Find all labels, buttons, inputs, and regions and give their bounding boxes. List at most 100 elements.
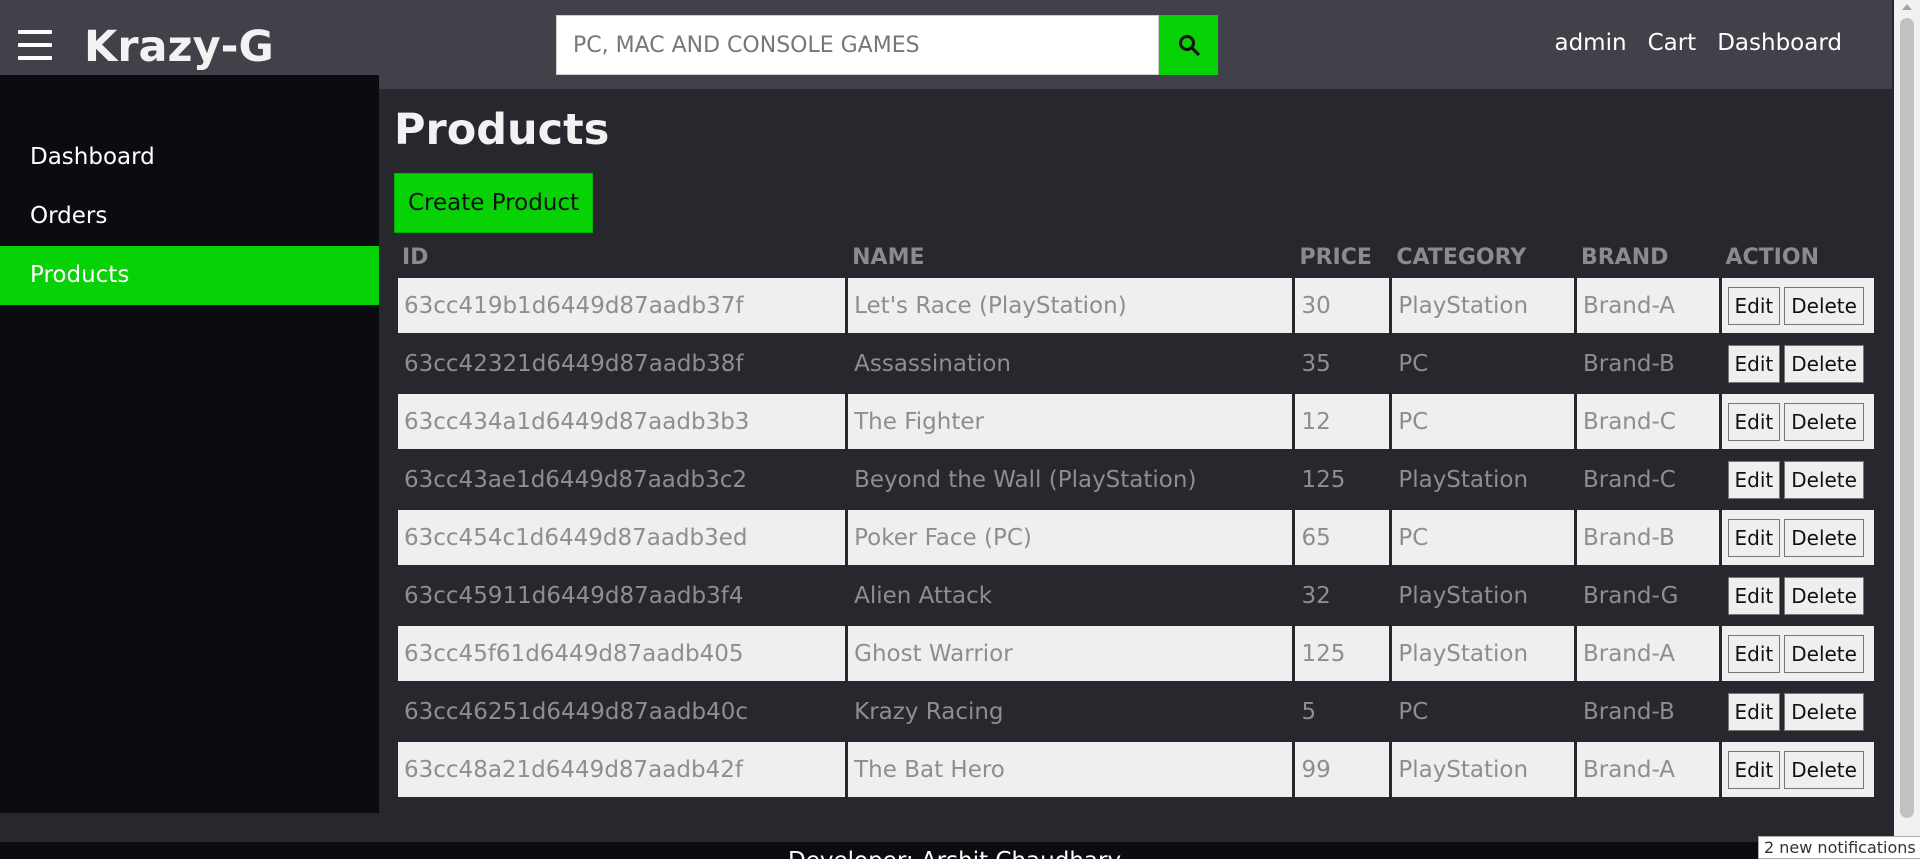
cell-brand: Brand-C <box>1576 394 1719 449</box>
cell-actions: Edit Delete <box>1721 626 1874 681</box>
edit-button[interactable]: Edit <box>1727 344 1781 383</box>
search-icon <box>1178 35 1200 56</box>
cell-name: Krazy Racing <box>854 698 1004 725</box>
cell-actions: Edit Delete <box>1721 278 1874 333</box>
edit-button[interactable]: Edit <box>1727 692 1781 731</box>
cell-brand: Brand-B <box>1582 698 1675 725</box>
delete-button[interactable]: Delete <box>1784 460 1864 499</box>
cell-category: PlayStation <box>1392 742 1574 797</box>
cell-price: 65 <box>1295 510 1390 565</box>
cell-price: 30 <box>1295 278 1390 333</box>
sidebar-item-dashboard[interactable]: Dashboard <box>0 128 379 187</box>
edit-button[interactable]: Edit <box>1727 518 1781 557</box>
cell-name: Assassination <box>854 350 1012 377</box>
delete-button[interactable]: Delete <box>1784 750 1864 789</box>
products-table: ID NAME PRICE CATEGORY BRAND ACTION 63cc… <box>395 236 1877 800</box>
cell-name: Ghost Warrior <box>848 626 1293 681</box>
hamburger-menu-icon[interactable] <box>18 30 52 60</box>
table-row: 63cc45f61d6449d87aadb405 Ghost Warrior 125… <box>398 626 1874 681</box>
cell-category: PC <box>1398 350 1429 377</box>
table-row: 63cc48a21d6449d87aadb42f The Bat Hero 99 Pl… <box>398 742 1874 797</box>
search-input[interactable] <box>556 15 1159 75</box>
scrollbar-thumb[interactable] <box>1900 18 1914 818</box>
delete-button[interactable]: Delete <box>1784 634 1864 673</box>
cell-name: Beyond the Wall (PlayStation) <box>854 466 1197 493</box>
cell-brand: Brand-B <box>1576 510 1719 565</box>
cell-actions: Edit Delete <box>1721 394 1874 449</box>
sidebar-item-products[interactable]: Products <box>0 246 379 305</box>
cell-id: 63cc434a1d6449d87aadb3b3 <box>398 394 846 449</box>
notifications-badge[interactable]: 2 new notifications <box>1758 836 1920 859</box>
delete-button[interactable]: Delete <box>1784 286 1864 325</box>
cell-id: 63cc43ae1d6449d87aadb3c2 <box>404 466 748 493</box>
delete-button[interactable]: Delete <box>1784 344 1864 383</box>
cell-price: 32 <box>1301 582 1331 609</box>
delete-button[interactable]: Delete <box>1784 518 1864 557</box>
column-header-id: ID <box>402 244 429 270</box>
cell-brand: Brand-A <box>1576 742 1719 797</box>
cell-actions: Edit Delete <box>1721 742 1874 797</box>
edit-button[interactable]: Edit <box>1727 460 1781 499</box>
table-row: 63cc43ae1d6449d87aadb3c2 Beyond the Wall … <box>398 452 1874 507</box>
cell-actions: Edit Delete <box>1722 568 1875 623</box>
scroll-up-arrow-icon[interactable] <box>1902 4 1912 10</box>
column-header-name: NAME <box>852 244 925 270</box>
cell-id: 63cc454c1d6449d87aadb3ed <box>398 510 846 565</box>
column-header-action: ACTION <box>1725 244 1819 270</box>
cell-actions: Edit Delete <box>1721 510 1874 565</box>
nav-admin-link[interactable]: admin <box>1554 30 1626 56</box>
table-row: 63cc454c1d6449d87aadb3ed Poker Face (PC) 6… <box>398 510 1874 565</box>
edit-button[interactable]: Edit <box>1727 634 1781 673</box>
create-product-button[interactable]: Create Product <box>394 173 593 233</box>
delete-button[interactable]: Delete <box>1784 692 1864 731</box>
page-scrollbar[interactable] <box>1894 0 1920 859</box>
page-title: Products <box>394 105 610 155</box>
cell-price: 12 <box>1295 394 1390 449</box>
nav-dashboard-link[interactable]: Dashboard <box>1717 30 1842 56</box>
search-button[interactable] <box>1159 15 1218 75</box>
sidebar: Dashboard Orders Products <box>0 75 379 813</box>
brand-logo[interactable]: Krazy-G <box>84 22 274 72</box>
cell-name: Poker Face (PC) <box>848 510 1293 565</box>
table-row: 63cc42321d6449d87aadb38f Assassination 35 P… <box>398 336 1874 391</box>
cell-id: 63cc46251d6449d87aadb40c <box>404 698 749 725</box>
header-nav: admin Cart Dashboard <box>1554 30 1842 56</box>
column-header-category: CATEGORY <box>1396 244 1527 270</box>
cell-brand: Brand-G <box>1582 582 1679 609</box>
edit-button[interactable]: Edit <box>1727 576 1781 615</box>
cell-brand: Brand-C <box>1582 466 1676 493</box>
table-row: 63cc46251d6449d87aadb40c Krazy Racing 5 PC B… <box>398 684 1874 739</box>
table-row: 63cc419b1d6449d87aadb37f Let's Race (Play… <box>398 278 1874 333</box>
cell-category: PlayStation <box>1398 466 1529 493</box>
cell-price: 99 <box>1295 742 1390 797</box>
cell-category: PlayStation <box>1392 626 1574 681</box>
cell-name: The Bat Hero <box>848 742 1293 797</box>
cell-id: 63cc48a21d6449d87aadb42f <box>398 742 846 797</box>
cell-price: 125 <box>1301 466 1346 493</box>
edit-button[interactable]: Edit <box>1727 286 1781 325</box>
cell-price: 125 <box>1295 626 1390 681</box>
edit-button[interactable]: Edit <box>1727 402 1781 441</box>
cell-price: 35 <box>1301 350 1331 377</box>
cell-id: 63cc42321d6449d87aadb38f <box>404 350 744 377</box>
delete-button[interactable]: Delete <box>1784 576 1864 615</box>
cell-actions: Edit Delete <box>1722 684 1875 739</box>
cell-category: PlayStation <box>1398 582 1529 609</box>
sidebar-item-orders[interactable]: Orders <box>0 187 379 246</box>
footer-credit: Developer: Arshit Chaudhary <box>788 848 1121 859</box>
cell-category: PC <box>1392 394 1574 449</box>
cell-name: Alien Attack <box>854 582 993 609</box>
cell-actions: Edit Delete <box>1722 452 1875 507</box>
table-row: 63cc434a1d6449d87aadb3b3 The Fighter 12 PC B… <box>398 394 1874 449</box>
nav-cart-link[interactable]: Cart <box>1648 30 1697 56</box>
edit-button[interactable]: Edit <box>1727 750 1781 789</box>
cell-id: 63cc419b1d6449d87aadb37f <box>398 278 846 333</box>
cell-brand: Brand-A <box>1576 626 1719 681</box>
cell-category: PC <box>1398 698 1429 725</box>
cell-id: 63cc45f61d6449d87aadb405 <box>398 626 846 681</box>
cell-price: 5 <box>1301 698 1317 725</box>
delete-button[interactable]: Delete <box>1784 402 1864 441</box>
column-header-price: PRICE <box>1299 244 1372 270</box>
cell-category: PlayStation <box>1392 278 1574 333</box>
cell-category: PC <box>1392 510 1574 565</box>
